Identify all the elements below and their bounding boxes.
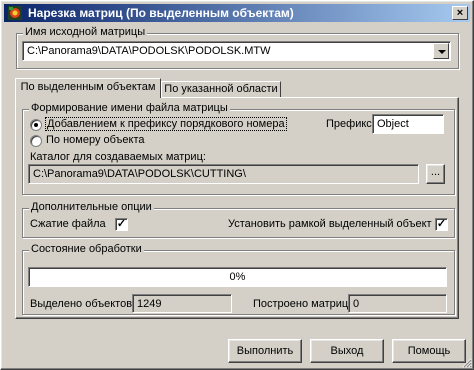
- title-bar[interactable]: Нарезка матриц (По выделенным объектам) …: [4, 4, 470, 22]
- help-button-label: Помощь: [407, 345, 451, 357]
- help-button[interactable]: Помощь: [392, 339, 466, 363]
- tab-by-selected-objects[interactable]: По выделенным объектам: [15, 78, 161, 98]
- compress-checkbox[interactable]: ✓: [115, 218, 128, 231]
- source-matrix-select[interactable]: C:\Panorama9\DATA\PODOLSK\PODOLSK.MTW: [22, 41, 451, 61]
- radio-prefix[interactable]: [30, 119, 42, 131]
- catalog-value: C:\Panorama9\DATA\PODOLSK\CUTTING\: [33, 168, 246, 180]
- status-group-label: Состояние обработки: [29, 243, 144, 255]
- progress-text: 0%: [229, 271, 246, 283]
- dialog-window: Нарезка матриц (По выделенным объектам) …: [0, 0, 474, 370]
- built-count-label: Построено матриц: [253, 298, 349, 310]
- close-button[interactable]: ×: [452, 6, 468, 20]
- built-count-field: 0: [348, 294, 447, 313]
- options-group-label: Дополнительные опции: [29, 201, 154, 213]
- browse-button-label: ...: [430, 166, 441, 178]
- catalog-field[interactable]: C:\Panorama9\DATA\PODOLSK\CUTTING\: [28, 164, 419, 184]
- selected-count-label: Выделено объектов: [30, 298, 133, 310]
- compress-label: Сжатие файла: [30, 218, 106, 230]
- radio-prefix-label[interactable]: Добавлением к префиксу порядкового номер…: [45, 117, 287, 131]
- window-title: Нарезка матриц (По выделенным объектам): [28, 6, 294, 20]
- selected-count-value: 1249: [137, 298, 162, 310]
- run-button-label: Выполнить: [236, 345, 294, 357]
- source-matrix-value: C:\Panorama9\DATA\PODOLSK\PODOLSK.MTW: [27, 45, 271, 57]
- tab-label: По указанной области: [164, 83, 278, 95]
- selected-count-field: 1249: [132, 294, 232, 313]
- exit-button[interactable]: Выход: [310, 339, 384, 363]
- browse-button[interactable]: ...: [426, 164, 445, 184]
- radio-object-number-label[interactable]: По номеру объекта: [46, 134, 145, 146]
- run-button[interactable]: Выполнить: [228, 339, 302, 363]
- exit-button-label: Выход: [330, 345, 364, 357]
- built-count-value: 0: [353, 298, 360, 310]
- checkmark-icon: ✓: [116, 218, 127, 230]
- checkmark-icon: ✓: [436, 218, 447, 230]
- close-icon: ×: [456, 7, 464, 19]
- frame-checkbox[interactable]: ✓: [435, 218, 448, 231]
- prefix-label: Префикс: [326, 118, 372, 130]
- frame-label: Установить рамкой выделенный объект: [228, 218, 432, 230]
- tab-label: По выделенным объектам: [20, 81, 156, 93]
- naming-group-label: Формирование имени файла матрицы: [29, 102, 230, 114]
- prefix-value: Object: [377, 118, 409, 130]
- tab-by-area[interactable]: По указанной области: [161, 81, 281, 98]
- prefix-input[interactable]: Object: [372, 114, 444, 134]
- catalog-label: Каталог для создаваемых матриц:: [30, 151, 206, 163]
- app-icon: [8, 6, 22, 20]
- radio-object-number[interactable]: [30, 135, 42, 147]
- progress-bar: 0%: [28, 267, 447, 287]
- source-group-label: Имя исходной матрицы: [23, 26, 148, 38]
- resize-grip-icon[interactable]: [460, 356, 472, 368]
- chevron-down-icon[interactable]: [433, 43, 449, 59]
